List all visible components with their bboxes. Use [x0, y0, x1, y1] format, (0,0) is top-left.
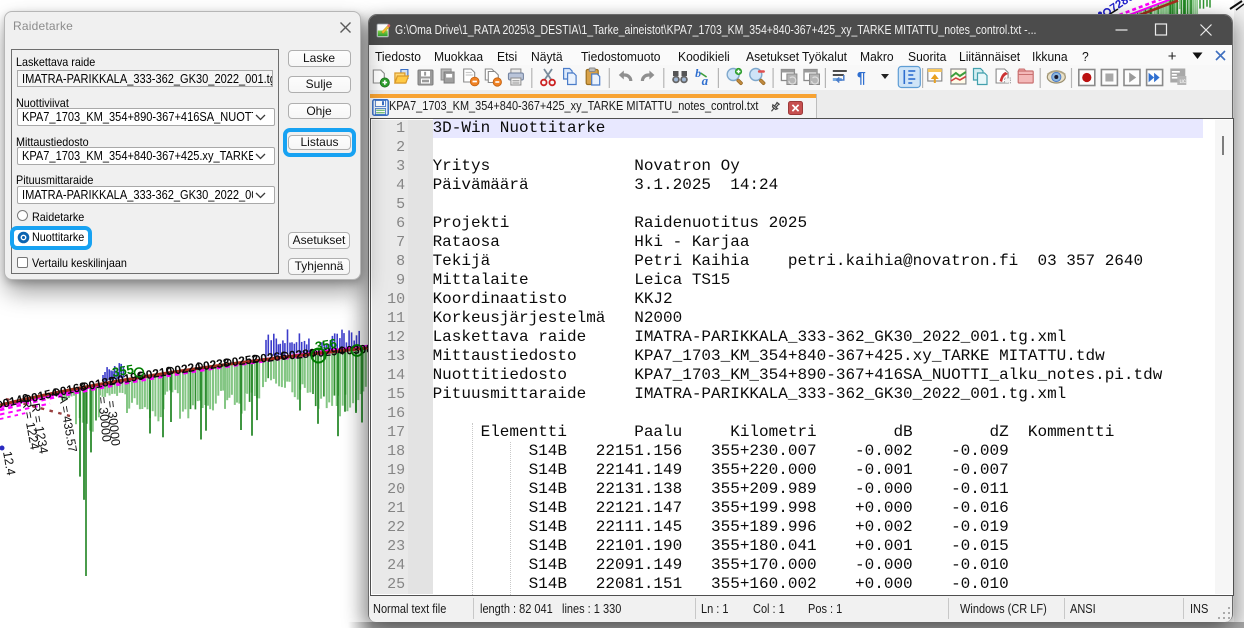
svg-text:uc: uc — [1180, 79, 1186, 85]
svg-text:b: b — [695, 66, 701, 80]
svg-text:12.4: 12.4 — [0, 450, 18, 476]
svg-text:¶: ¶ — [857, 70, 866, 87]
svg-text:0266: 0266 — [260, 349, 288, 366]
